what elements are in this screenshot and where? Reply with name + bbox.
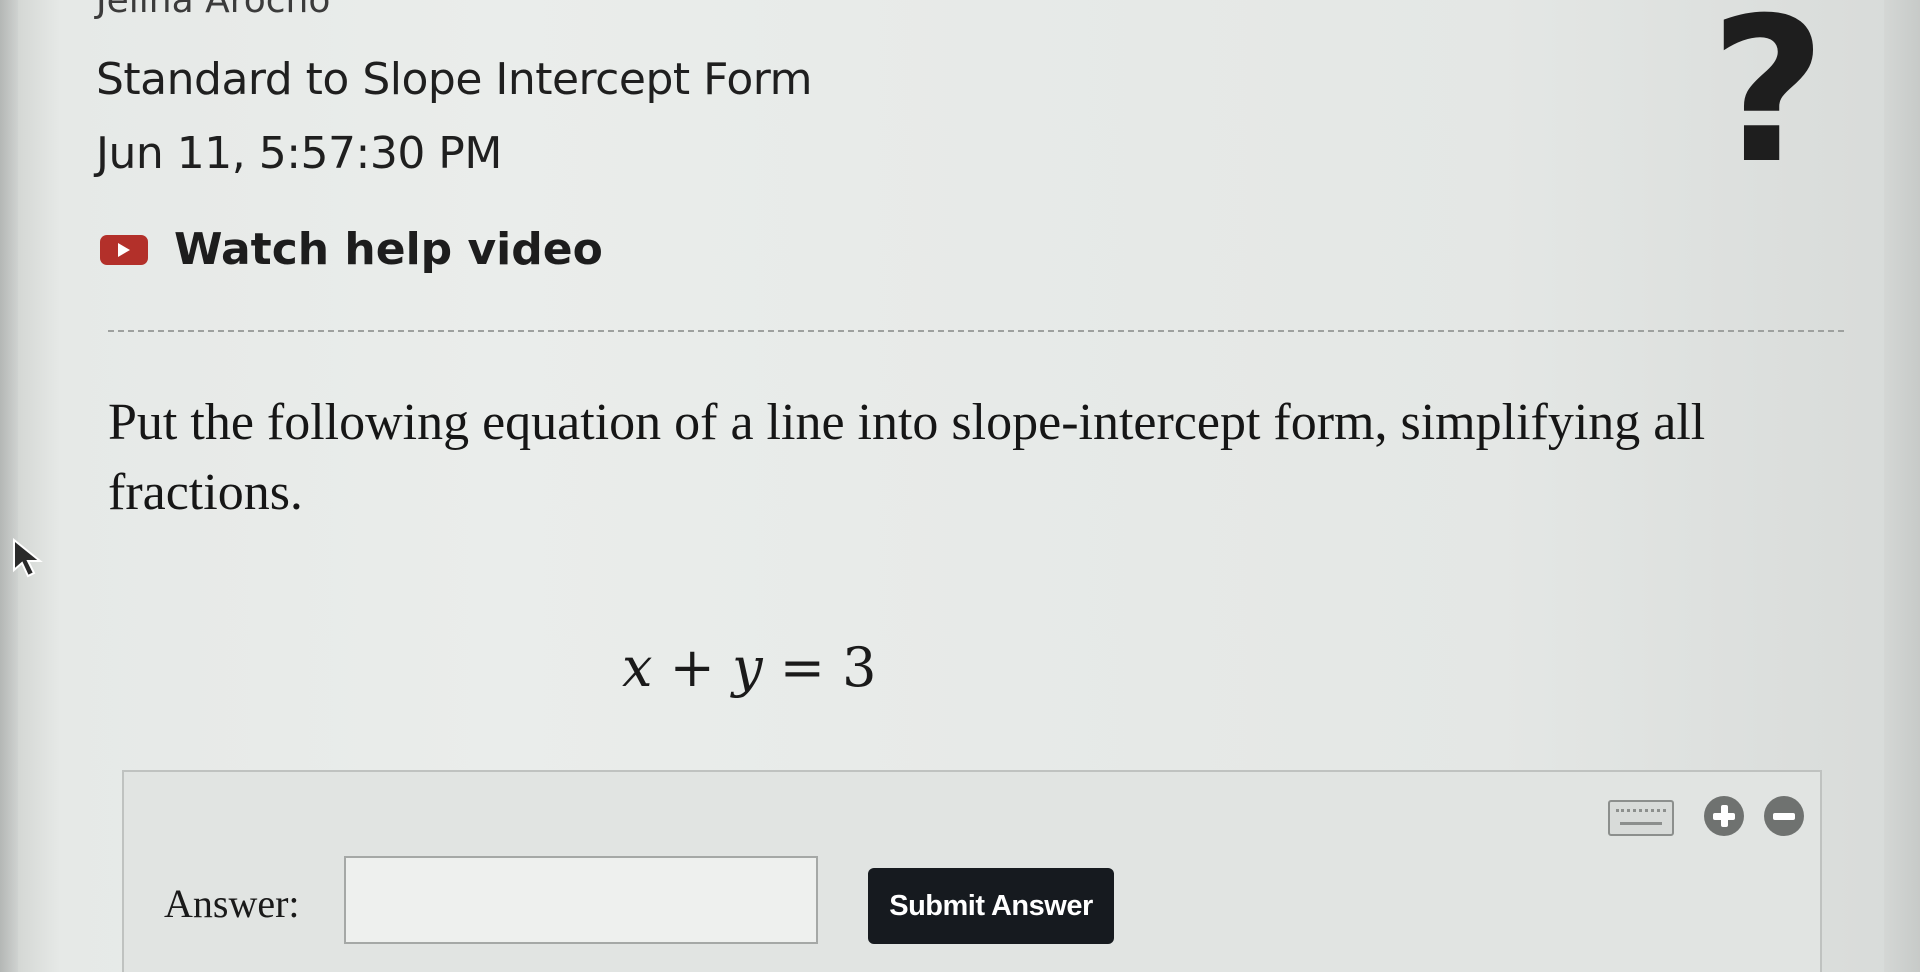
play-video-icon [100,234,148,265]
mouse-pointer-icon [12,537,46,583]
equation-plus: + [669,636,715,699]
help-video-label: Watch help video [174,224,603,275]
plus-bar-vertical [1720,805,1728,827]
screen: Jelina Arocho Standard to Slope Intercep… [0,0,1920,972]
equation-term-y: y [732,636,763,699]
equation-term-x: x [622,636,653,699]
assignment-title: Standard to Slope Intercept Form [96,54,812,105]
timestamp: Jun 11, 5:57:30 PM [96,128,502,179]
answer-panel: Answer: Submit Answer [122,770,1822,972]
monitor-bezel-right [1884,0,1920,972]
question-prompt: Put the following equation of a line int… [108,394,1706,521]
equation-equals: = [779,636,825,699]
help-question-mark-icon[interactable]: ? [1710,0,1826,192]
submit-answer-button[interactable]: Submit Answer [868,868,1114,944]
equation: x + y = 3 [622,636,877,699]
dashed-divider [108,330,1844,332]
answer-label: Answer: [164,881,300,926]
zoom-out-icon[interactable] [1764,796,1804,836]
equation-rhs: 3 [842,636,877,699]
answer-input[interactable] [344,856,818,944]
keyboard-icon[interactable] [1608,800,1674,836]
student-name: Jelina Arocho [96,0,331,21]
zoom-in-icon[interactable] [1704,796,1744,836]
monitor-bezel-left [0,0,18,972]
minus-bar [1773,812,1795,820]
watch-help-video-link[interactable]: Watch help video [100,224,603,275]
